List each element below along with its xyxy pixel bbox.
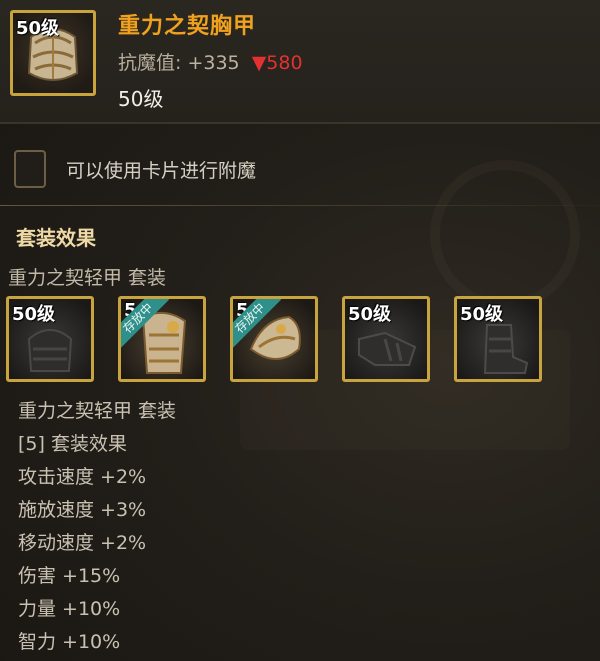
gold-chest-armor-icon[interactable]: 5 存放中 [118, 296, 206, 382]
section-title: 套装效果 [16, 226, 96, 250]
stat-compare-down: ▼580 [251, 52, 303, 74]
bonus-line: 智力 +10% [18, 631, 121, 653]
set-name: 重力之契轻甲 套装 [8, 267, 167, 289]
slot-level-badge: 50级 [348, 304, 392, 325]
set-bonus-list: 重力之契轻甲 套装 [5] 套装效果 攻击速度 +2% 施放速度 +3% 移动速… [18, 395, 176, 659]
bonus-line: [5] 套装效果 [18, 433, 127, 455]
chest-armor-icon[interactable]: 50级 [10, 10, 96, 96]
stat-value: +335 [187, 52, 240, 74]
stat-label: 抗魔值: [118, 52, 182, 74]
helmet-armor-icon[interactable]: 50级 [6, 296, 94, 382]
bonus-line: 攻击速度 +2% [18, 466, 147, 488]
bonus-line: 重力之契轻甲 套装 [18, 400, 177, 422]
bonus-line: 伤害 +15% [18, 565, 121, 587]
bonus-line: 施放速度 +3% [18, 499, 147, 521]
gauntlet-armor-icon[interactable]: 50级 [342, 296, 430, 382]
emblem-watermark [430, 160, 580, 310]
item-level-text: 50级 [118, 87, 164, 111]
enchant-hint: 可以使用卡片进行附魔 [66, 160, 257, 182]
item-level-badge: 50级 [16, 18, 60, 39]
item-header: 50级 重力之契胸甲 抗魔值: +335 ▼580 50级 [0, 0, 600, 124]
divider [0, 205, 600, 206]
slot-level-badge: 50级 [12, 304, 56, 325]
bonus-line: 力量 +10% [18, 598, 121, 620]
boots-armor-icon[interactable]: 50级 [454, 296, 542, 382]
item-name: 重力之契胸甲 [118, 14, 257, 39]
bonus-line: 移动速度 +2% [18, 532, 147, 554]
slot-level-badge: 50级 [460, 304, 504, 325]
magic-resist-stat: 抗魔值: +335 ▼580 [118, 48, 303, 75]
gold-shoulder-armor-icon[interactable]: 5 存放中 [230, 296, 318, 382]
card-enchant-slot[interactable] [14, 150, 46, 188]
item-tooltip-panel: 50级 重力之契胸甲 抗魔值: +335 ▼580 50级 可以使用卡片进行附魔… [0, 0, 600, 661]
